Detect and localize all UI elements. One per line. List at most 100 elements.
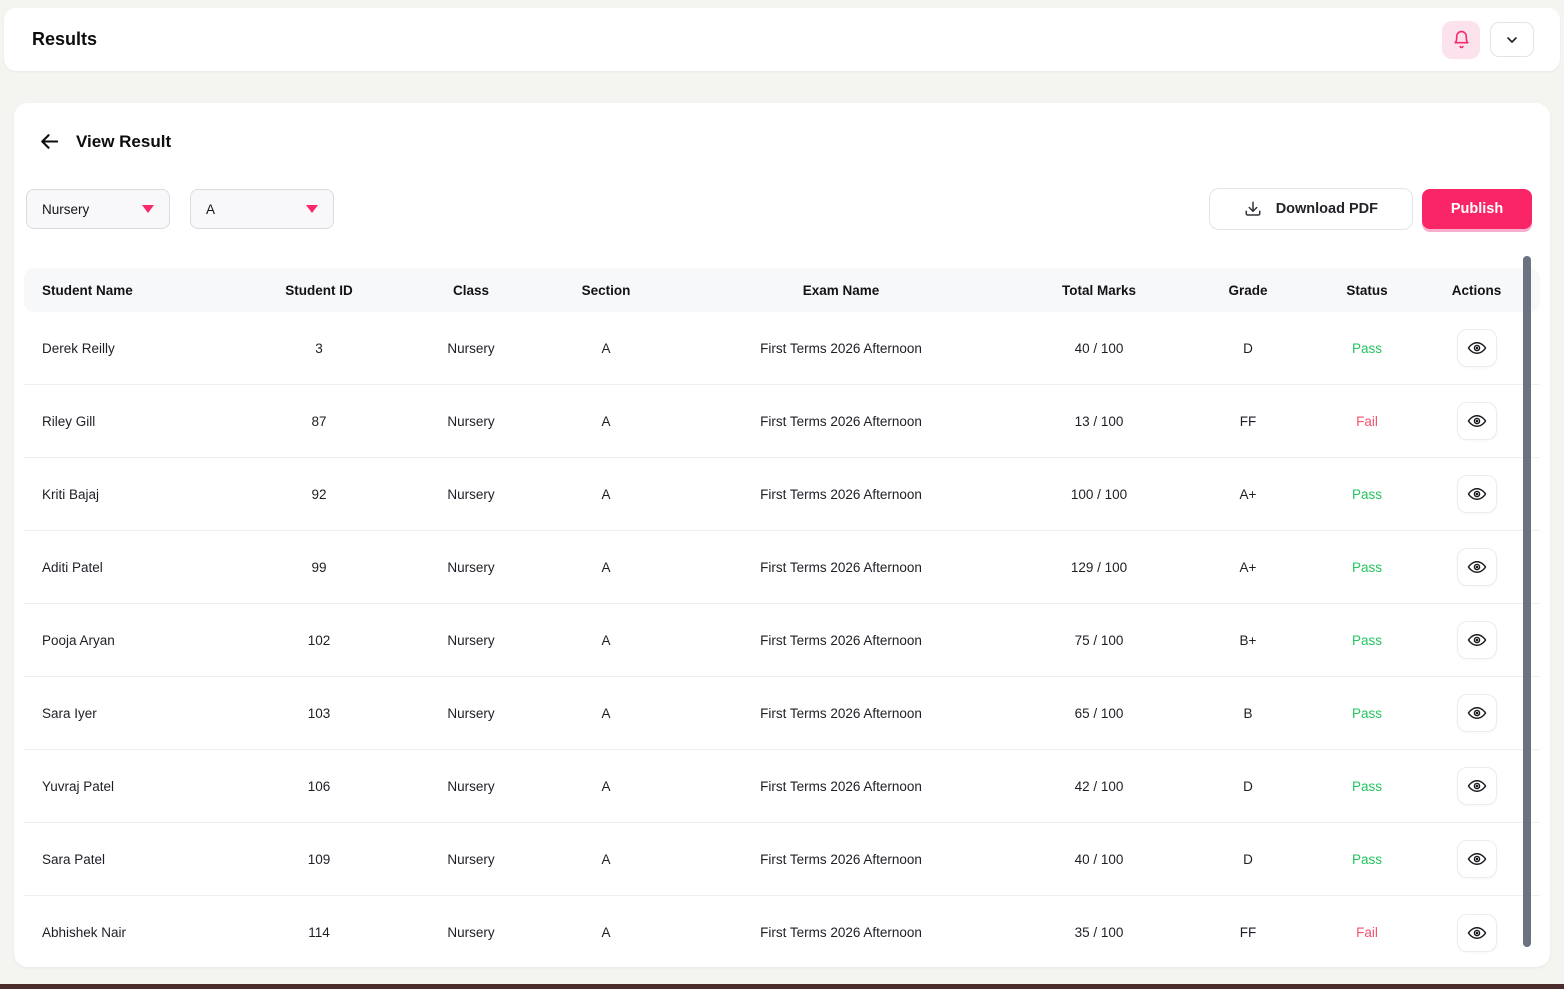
column-header-total-marks: Total Marks [1023, 283, 1175, 298]
cell-status: Pass [1321, 341, 1413, 356]
column-header-status: Status [1321, 283, 1413, 298]
column-header-actions: Actions [1413, 283, 1540, 298]
cell-student-id: 99 [249, 560, 389, 575]
top-bar: Results [4, 8, 1560, 71]
table-row: Pooja Aryan 102 Nursery A First Terms 20… [24, 604, 1540, 677]
table-row: Riley Gill 87 Nursery A First Terms 2026… [24, 385, 1540, 458]
page-title: Results [32, 29, 97, 50]
table-row: Kriti Bajaj 92 Nursery A First Terms 202… [24, 458, 1540, 531]
cell-grade: FF [1175, 414, 1321, 429]
cell-student-name: Sara Patel [24, 852, 249, 867]
column-header-exam-name: Exam Name [659, 283, 1023, 298]
column-header-grade: Grade [1175, 283, 1321, 298]
cell-total-marks: 40 / 100 [1023, 852, 1175, 867]
eye-icon [1467, 630, 1487, 650]
collapse-button[interactable] [1490, 22, 1534, 57]
view-result-row-button[interactable] [1457, 914, 1497, 952]
cell-exam-name: First Terms 2026 Afternoon [659, 560, 1023, 575]
section-select[interactable]: A [190, 189, 334, 229]
cell-section: A [553, 706, 659, 721]
eye-icon [1467, 776, 1487, 796]
download-icon [1244, 200, 1262, 218]
table-scrollbar[interactable] [1523, 256, 1531, 947]
cell-exam-name: First Terms 2026 Afternoon [659, 852, 1023, 867]
table-row: Derek Reilly 3 Nursery A First Terms 202… [24, 312, 1540, 385]
view-result-row-button[interactable] [1457, 694, 1497, 732]
table-row: Aditi Patel 99 Nursery A First Terms 202… [24, 531, 1540, 604]
cell-exam-name: First Terms 2026 Afternoon [659, 487, 1023, 502]
table-row: Abhishek Nair 114 Nursery A First Terms … [24, 896, 1540, 969]
cell-status: Fail [1321, 414, 1413, 429]
cell-total-marks: 65 / 100 [1023, 706, 1175, 721]
eye-icon [1467, 849, 1487, 869]
cell-student-id: 87 [249, 414, 389, 429]
cell-class: Nursery [389, 779, 553, 794]
cell-section: A [553, 487, 659, 502]
view-result-title: View Result [76, 132, 171, 152]
cell-actions [1413, 694, 1540, 732]
cell-class: Nursery [389, 341, 553, 356]
cell-grade: FF [1175, 925, 1321, 940]
column-header-student-id: Student ID [249, 283, 389, 298]
notifications-button[interactable] [1442, 21, 1480, 59]
view-result-row-button[interactable] [1457, 402, 1497, 440]
cell-student-name: Derek Reilly [24, 341, 249, 356]
view-result-header: View Result [38, 130, 1550, 153]
publish-button[interactable]: Publish [1422, 189, 1532, 229]
cell-student-name: Riley Gill [24, 414, 249, 429]
cell-status: Fail [1321, 925, 1413, 940]
class-select-value: Nursery [42, 202, 89, 217]
back-button[interactable] [38, 130, 61, 153]
cell-grade: D [1175, 852, 1321, 867]
cell-actions [1413, 767, 1540, 805]
cell-student-id: 102 [249, 633, 389, 648]
column-header-student-name: Student Name [24, 283, 249, 298]
cell-class: Nursery [389, 852, 553, 867]
results-card: View Result Nursery A Download PDF Publi… [14, 103, 1550, 967]
cell-section: A [553, 341, 659, 356]
eye-icon [1467, 338, 1487, 358]
cell-class: Nursery [389, 925, 553, 940]
bell-icon [1452, 30, 1471, 49]
view-result-row-button[interactable] [1457, 329, 1497, 367]
class-select[interactable]: Nursery [26, 189, 170, 229]
cell-total-marks: 100 / 100 [1023, 487, 1175, 502]
cell-class: Nursery [389, 706, 553, 721]
view-result-row-button[interactable] [1457, 621, 1497, 659]
cell-class: Nursery [389, 633, 553, 648]
cell-student-id: 114 [249, 925, 389, 940]
cell-student-id: 92 [249, 487, 389, 502]
cell-total-marks: 75 / 100 [1023, 633, 1175, 648]
top-bar-actions [1442, 21, 1534, 59]
table-body: Derek Reilly 3 Nursery A First Terms 202… [24, 312, 1540, 969]
cell-actions [1413, 914, 1540, 952]
cell-actions [1413, 475, 1540, 513]
cell-student-id: 3 [249, 341, 389, 356]
view-result-row-button[interactable] [1457, 548, 1497, 586]
view-result-row-button[interactable] [1457, 767, 1497, 805]
column-header-section: Section [553, 283, 659, 298]
cell-status: Pass [1321, 487, 1413, 502]
cell-status: Pass [1321, 779, 1413, 794]
cell-status: Pass [1321, 560, 1413, 575]
cell-grade: D [1175, 779, 1321, 794]
bottom-border-bar [0, 984, 1564, 989]
filter-toolbar: Nursery A Download PDF Publish [26, 188, 1532, 230]
cell-actions [1413, 621, 1540, 659]
arrow-left-icon [38, 130, 61, 153]
cell-grade: A+ [1175, 560, 1321, 575]
eye-icon [1467, 411, 1487, 431]
cell-total-marks: 35 / 100 [1023, 925, 1175, 940]
cell-student-name: Aditi Patel [24, 560, 249, 575]
cell-actions [1413, 840, 1540, 878]
cell-student-name: Abhishek Nair [24, 925, 249, 940]
cell-class: Nursery [389, 560, 553, 575]
download-pdf-button[interactable]: Download PDF [1209, 188, 1413, 230]
cell-student-id: 109 [249, 852, 389, 867]
view-result-row-button[interactable] [1457, 840, 1497, 878]
cell-actions [1413, 329, 1540, 367]
eye-icon [1467, 923, 1487, 943]
cell-student-name: Sara Iyer [24, 706, 249, 721]
cell-grade: A+ [1175, 487, 1321, 502]
view-result-row-button[interactable] [1457, 475, 1497, 513]
